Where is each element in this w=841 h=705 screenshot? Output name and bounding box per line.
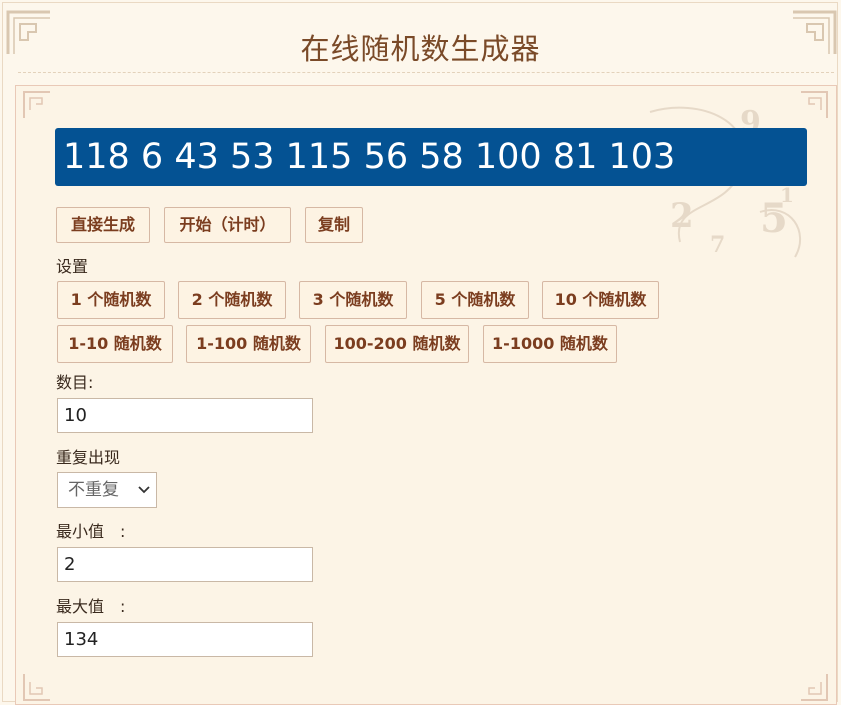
preset-count-5-button[interactable]: 5 个随机数: [421, 281, 529, 319]
max-input[interactable]: [57, 622, 313, 657]
svg-text:2: 2: [670, 196, 694, 236]
count-input[interactable]: [57, 398, 313, 433]
page-title: 在线随机数生成器: [300, 32, 541, 66]
preset-count-1-button[interactable]: 1 个随机数: [57, 281, 165, 319]
svg-text:1: 1: [780, 183, 794, 207]
ornament-corner-icon: [801, 674, 828, 701]
copy-button[interactable]: 复制: [305, 207, 363, 243]
max-label: 最大值 :: [56, 597, 126, 616]
svg-text:7: 7: [710, 232, 725, 258]
decorative-numbers-watermark: 9 2 5 7 1: [649, 105, 801, 258]
chevron-down-icon: [138, 486, 150, 494]
preset-count-2-button[interactable]: 2 个随机数: [178, 281, 286, 319]
generate-button[interactable]: 直接生成: [56, 207, 150, 243]
ornament-corner-icon: [23, 91, 50, 118]
min-input[interactable]: [57, 547, 313, 582]
settings-heading: 设置: [56, 257, 89, 276]
ornament-corner-icon: [23, 674, 50, 701]
repeat-label: 重复出现: [56, 448, 121, 467]
start-timer-button[interactable]: 开始（计时）: [164, 207, 291, 243]
count-label: 数目:: [56, 373, 94, 392]
preset-range-1-1000-button[interactable]: 1-1000 随机数: [483, 325, 617, 363]
preset-count-10-button[interactable]: 10 个随机数: [542, 281, 659, 319]
min-label: 最小值 :: [56, 522, 126, 541]
preset-range-100-200-button[interactable]: 100-200 随机数: [325, 325, 469, 363]
preset-count-3-button[interactable]: 3 个随机数: [299, 281, 407, 319]
repeat-select[interactable]: 不重复: [57, 472, 157, 508]
preset-range-1-100-button[interactable]: 1-100 随机数: [186, 325, 311, 363]
preset-range-1-10-button[interactable]: 1-10 随机数: [57, 325, 173, 363]
title-divider: [18, 72, 834, 73]
repeat-select-value: 不重复: [68, 480, 119, 500]
result-display: 118 6 43 53 115 56 58 100 81 103: [55, 128, 807, 186]
